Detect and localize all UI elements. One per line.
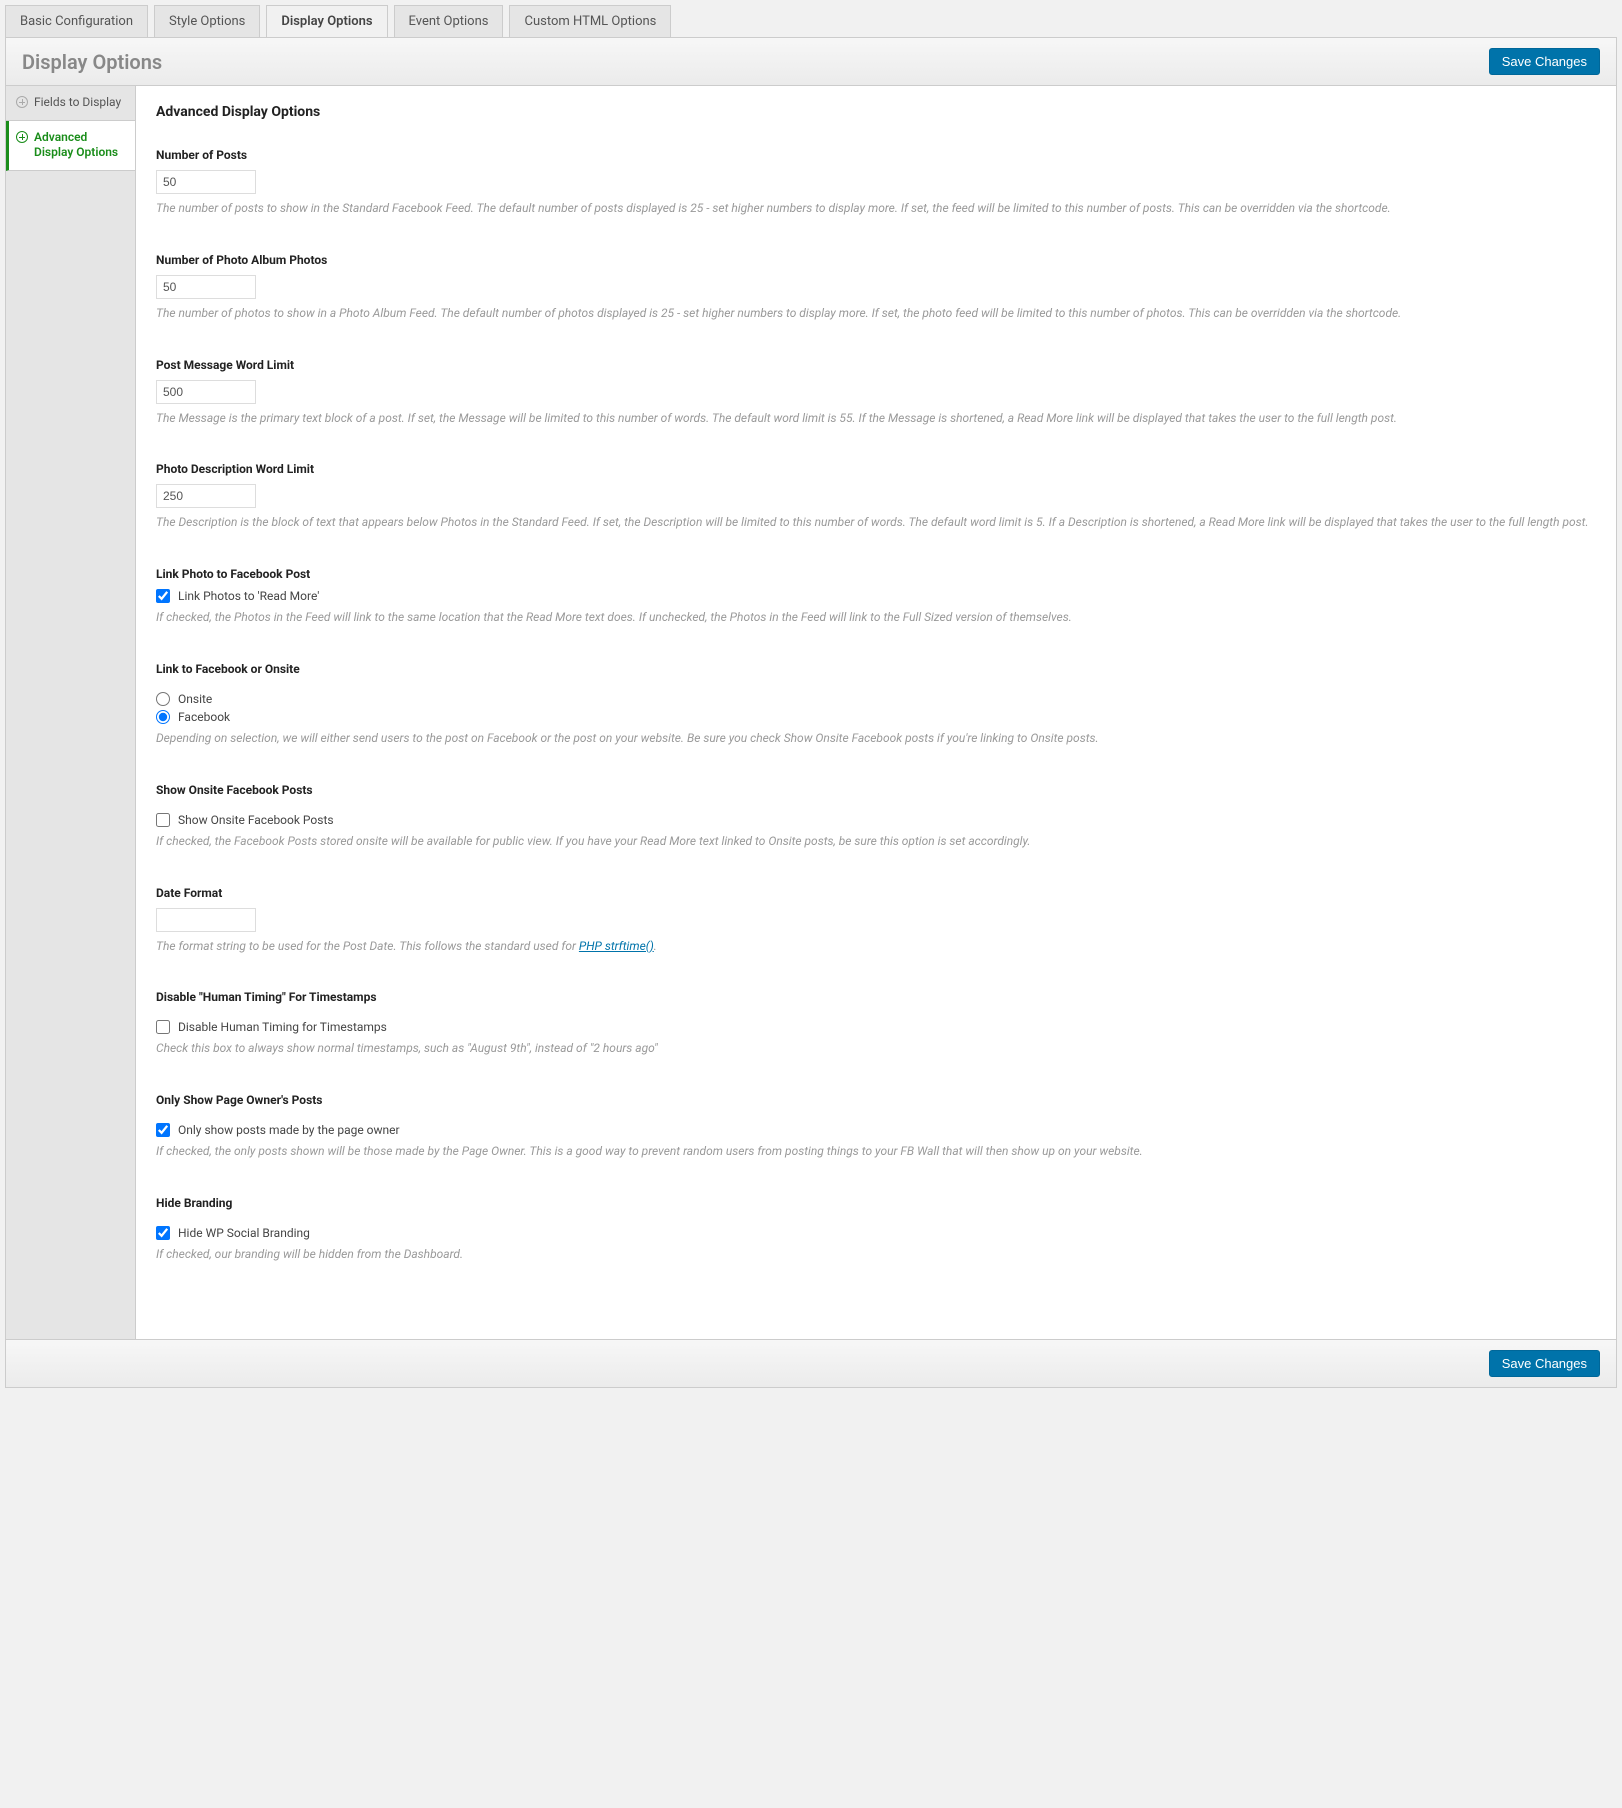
field-title-only-owner: Only Show Page Owner's Posts xyxy=(156,1093,1596,1107)
field-title-date-format: Date Format xyxy=(156,886,1596,900)
tab-basic-configuration[interactable]: Basic Configuration xyxy=(5,5,148,37)
tab-event-options[interactable]: Event Options xyxy=(394,5,504,37)
hide-branding-checkbox[interactable] xyxy=(156,1226,170,1240)
link-onsite-radio[interactable] xyxy=(156,692,170,706)
field-desc: The Message is the primary text block of… xyxy=(156,410,1596,427)
field-title-link-photo: Link Photo to Facebook Post xyxy=(156,567,1596,581)
field-desc: If checked, the Photos in the Feed will … xyxy=(156,609,1596,626)
save-changes-button-bottom[interactable]: Save Changes xyxy=(1489,1350,1600,1377)
sidebar-item-label: Advanced Display Options xyxy=(34,130,125,161)
radio-label: Facebook xyxy=(178,710,230,724)
field-desc: The number of posts to show in the Stand… xyxy=(156,200,1596,217)
plus-circle-icon xyxy=(16,131,28,143)
php-strftime-link[interactable]: PHP strftime() xyxy=(579,939,654,953)
field-desc: If checked, the only posts shown will be… xyxy=(156,1143,1596,1160)
panel-footer: Save Changes xyxy=(6,1339,1616,1387)
num-posts-input[interactable] xyxy=(156,170,256,194)
field-title-show-onsite: Show Onsite Facebook Posts xyxy=(156,783,1596,797)
field-desc: Check this box to always show normal tim… xyxy=(156,1040,1596,1057)
tab-style-options[interactable]: Style Options xyxy=(154,5,260,37)
sidebar-item-fields-to-display[interactable]: Fields to Display xyxy=(6,86,135,121)
panel-header: Display Options Save Changes xyxy=(6,38,1616,86)
save-changes-button-top[interactable]: Save Changes xyxy=(1489,48,1600,75)
disable-human-checkbox[interactable] xyxy=(156,1020,170,1034)
only-owner-checkbox[interactable] xyxy=(156,1123,170,1137)
field-title-link-to: Link to Facebook or Onsite xyxy=(156,662,1596,676)
field-desc: If checked, the Facebook Posts stored on… xyxy=(156,833,1596,850)
tab-display-options[interactable]: Display Options xyxy=(266,5,387,37)
tab-custom-html-options[interactable]: Custom HTML Options xyxy=(509,5,671,37)
field-title-word-limit: Post Message Word Limit xyxy=(156,358,1596,372)
link-photos-checkbox[interactable] xyxy=(156,589,170,603)
plus-circle-icon xyxy=(16,96,28,108)
field-desc: Depending on selection, we will either s… xyxy=(156,730,1596,747)
checkbox-label: Only show posts made by the page owner xyxy=(178,1123,400,1137)
link-facebook-radio[interactable] xyxy=(156,710,170,724)
field-title-num-posts: Number of Posts xyxy=(156,148,1596,162)
checkbox-label: Disable Human Timing for Timestamps xyxy=(178,1020,387,1034)
date-format-input[interactable] xyxy=(156,908,256,932)
checkbox-label: Show Onsite Facebook Posts xyxy=(178,813,334,827)
field-desc: If checked, our branding will be hidden … xyxy=(156,1246,1596,1263)
sidebar-item-advanced-display[interactable]: Advanced Display Options xyxy=(6,121,135,171)
settings-panel: Display Options Save Changes Fields to D… xyxy=(5,37,1617,1388)
radio-label: Onsite xyxy=(178,692,212,706)
field-title-num-photos: Number of Photo Album Photos xyxy=(156,253,1596,267)
field-desc: The format string to be used for the Pos… xyxy=(156,938,1596,955)
main-content: Advanced Display Options Number of Posts… xyxy=(136,86,1616,1339)
field-desc: The number of photos to show in a Photo … xyxy=(156,305,1596,322)
field-title-hide-branding: Hide Branding xyxy=(156,1196,1596,1210)
field-title-disable-human: Disable "Human Timing" For Timestamps xyxy=(156,990,1596,1004)
word-limit-input[interactable] xyxy=(156,380,256,404)
checkbox-label: Link Photos to 'Read More' xyxy=(178,589,319,603)
photo-desc-limit-input[interactable] xyxy=(156,484,256,508)
panel-title: Display Options xyxy=(22,50,162,74)
num-photos-input[interactable] xyxy=(156,275,256,299)
show-onsite-checkbox[interactable] xyxy=(156,813,170,827)
checkbox-label: Hide WP Social Branding xyxy=(178,1226,310,1240)
tab-bar: Basic Configuration Style Options Displa… xyxy=(5,5,1617,37)
sidebar-item-label: Fields to Display xyxy=(34,95,121,111)
section-heading: Advanced Display Options xyxy=(156,104,1596,120)
field-title-photo-desc-limit: Photo Description Word Limit xyxy=(156,462,1596,476)
field-desc: The Description is the block of text tha… xyxy=(156,514,1596,531)
sidebar: Fields to Display Advanced Display Optio… xyxy=(6,86,136,1339)
